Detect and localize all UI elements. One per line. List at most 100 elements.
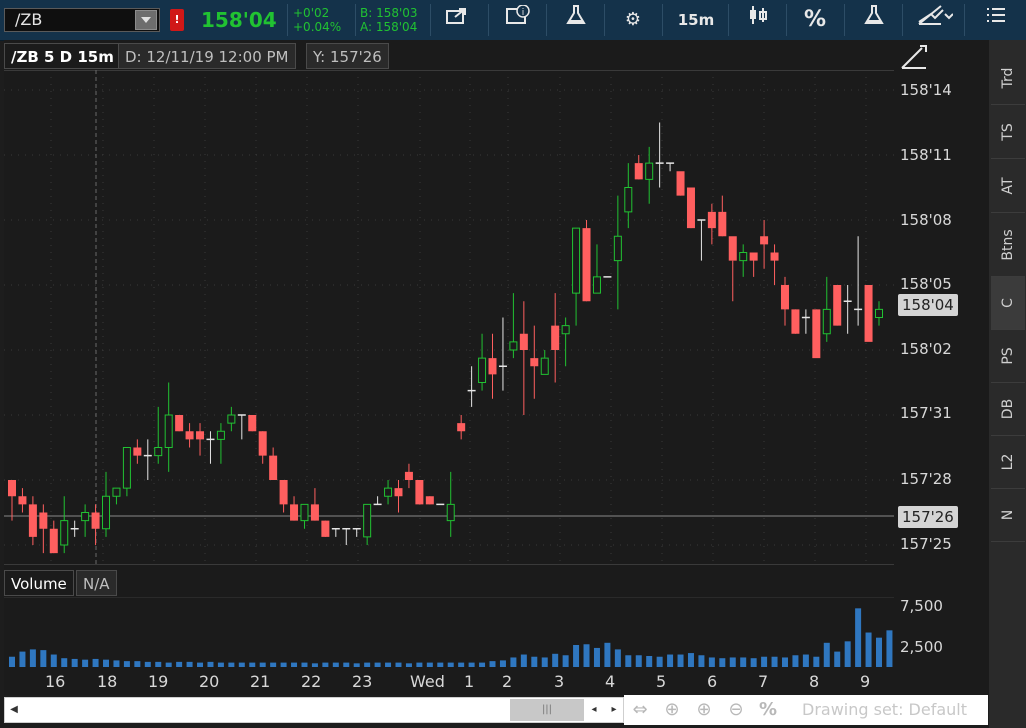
settings-button[interactable]: ⚙ (616, 4, 650, 36)
volume-bar (479, 662, 486, 667)
candle-body (269, 455, 278, 480)
volume-bar (886, 630, 893, 667)
studies-button[interactable] (856, 4, 892, 36)
candle-body (133, 447, 142, 456)
current-price-flag: 158'04 (898, 294, 958, 316)
candle-body (676, 171, 685, 196)
volume-bar (562, 655, 569, 667)
candle-body (739, 252, 748, 262)
volume-bar (855, 608, 862, 667)
gear-icon: ⚙ (624, 9, 642, 30)
price-axis-label: 157'25 (900, 535, 952, 553)
side-tab-btns[interactable]: Btns (991, 214, 1025, 277)
zoom-out-icon[interactable]: ⊖ (722, 699, 750, 721)
candle-body (833, 285, 842, 326)
volume-bar (113, 660, 120, 667)
net-change: +0'02 +0.04% (293, 6, 341, 34)
menu-button[interactable] (978, 4, 1014, 36)
volume-value: N/A (76, 570, 117, 596)
volume-bar (40, 650, 47, 667)
candle-body (164, 414, 173, 448)
separator (662, 4, 663, 36)
menu-icon (987, 8, 1005, 22)
candle-body (154, 447, 163, 457)
volume-bar (385, 662, 392, 667)
volume-bar (50, 654, 57, 667)
candle-body (770, 252, 779, 261)
candle-body (822, 308, 831, 335)
zoom-in-icon[interactable]: ⊕ (690, 699, 718, 721)
price-chart[interactable] (4, 70, 894, 564)
side-tab-at[interactable]: AT (991, 160, 1025, 213)
candle-body (175, 415, 184, 432)
alert-icon[interactable]: ! (170, 9, 184, 31)
candle-body (185, 431, 194, 440)
chevron-down-icon[interactable] (135, 10, 157, 30)
candle-body (60, 520, 69, 546)
info-button[interactable]: i (500, 4, 536, 36)
volume-bar (802, 654, 809, 667)
drawing-set-label[interactable]: Drawing set: Default (802, 700, 968, 719)
candle-body (718, 211, 727, 237)
drawings-button[interactable] (912, 4, 958, 36)
scrollbar-thumb[interactable]: ||| (510, 699, 584, 721)
volume-bar (395, 662, 402, 667)
x-axis-label: 18 (97, 672, 118, 691)
volume-bar (155, 661, 162, 667)
separator (430, 4, 431, 36)
candle-body (310, 504, 319, 521)
candle-body (102, 495, 111, 530)
side-tab-n[interactable]: N (991, 489, 1025, 542)
share-icon (446, 8, 466, 24)
chart-style-button[interactable] (740, 4, 776, 36)
drawing-tool-button[interactable] (900, 44, 930, 70)
volume-bar (876, 637, 882, 667)
candle-body (49, 528, 58, 554)
candle-body (8, 480, 16, 497)
candle-body (760, 236, 769, 245)
volume-bar (813, 656, 820, 667)
percent-button[interactable]: % (798, 4, 832, 36)
candle-body (300, 503, 309, 522)
scroll-right-small-icon[interactable]: ▸ (606, 699, 622, 721)
crosshair-icon[interactable]: ⊕ (658, 699, 686, 721)
volume-bar (646, 656, 653, 667)
scroll-left-icon[interactable]: ◀ (6, 699, 22, 721)
timeframe-button[interactable]: 15m (670, 4, 722, 36)
volume-bar (635, 655, 642, 667)
side-tab-ts[interactable]: TS (991, 106, 1025, 159)
candle-body (582, 228, 591, 302)
volume-bar (510, 657, 517, 667)
volume-bar (280, 662, 287, 667)
flask-button[interactable] (558, 4, 594, 36)
separator (786, 4, 787, 36)
volume-bar (103, 659, 110, 667)
volume-bar (593, 647, 600, 667)
side-tab-l2[interactable]: L2 (991, 436, 1025, 489)
volume-bar (134, 661, 141, 667)
price-axis-label: 158'14 (900, 81, 952, 99)
share-button[interactable] (440, 4, 476, 36)
x-axis-label: 1 (464, 672, 475, 691)
scroll-left-small-icon[interactable]: ◂ (586, 699, 602, 721)
side-tab-db[interactable]: DB (991, 383, 1025, 436)
separator (355, 4, 356, 36)
candle-body (592, 276, 601, 294)
volume-chart[interactable] (4, 597, 894, 667)
separator (964, 4, 965, 36)
volume-bar (259, 662, 266, 667)
x-axis-label: 9 (860, 672, 871, 691)
candle-body (519, 333, 528, 350)
side-tab-ps[interactable]: PS (991, 330, 1025, 383)
percent-zoom-icon[interactable]: % (754, 699, 782, 721)
crosshair-price-flag: 157'26 (898, 506, 958, 528)
candle-body (81, 512, 90, 522)
volume-bar (865, 632, 872, 667)
expand-arrows-icon[interactable]: ⇔ (626, 699, 654, 721)
volume-bar (228, 662, 235, 667)
x-axis-label: 3 (554, 672, 565, 691)
volume-bar (197, 662, 204, 667)
side-tab-c[interactable]: C (991, 277, 1025, 330)
candle-body (216, 430, 225, 440)
side-tab-trd[interactable]: Trd (991, 52, 1025, 105)
